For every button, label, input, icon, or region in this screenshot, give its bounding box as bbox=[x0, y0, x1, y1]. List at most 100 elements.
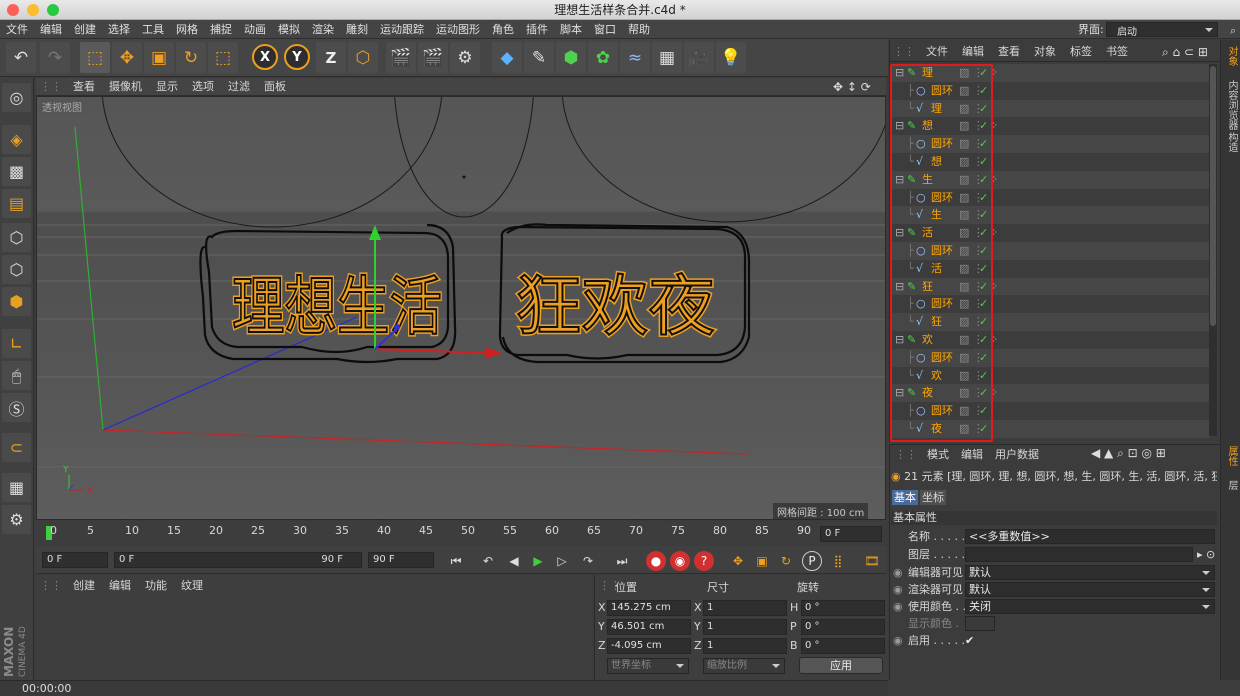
deformer-icon[interactable]: ≈ bbox=[620, 42, 650, 73]
menu-sculpt[interactable]: 雕刻 bbox=[340, 20, 374, 39]
go-to-start-icon[interactable]: ⏮ bbox=[446, 551, 466, 571]
render-settings-icon[interactable]: ⚙ bbox=[450, 42, 480, 73]
coordinate-system-icon[interactable]: ⬡ bbox=[348, 42, 378, 73]
mat-menu-texture[interactable]: 纹理 bbox=[174, 577, 210, 595]
tab-structure[interactable]: 构造 bbox=[1223, 132, 1239, 152]
scale-tool-icon[interactable]: ▣ bbox=[144, 42, 174, 73]
undo-icon[interactable]: ↶ bbox=[6, 42, 36, 73]
render-visible-select[interactable]: 默认 bbox=[965, 582, 1215, 597]
rotate-tool-icon[interactable]: ↻ bbox=[176, 42, 206, 73]
enabled-checkbox[interactable]: ✔ bbox=[965, 633, 974, 649]
menu-tools[interactable]: 工具 bbox=[136, 20, 170, 39]
current-frame-field[interactable]: 0 F bbox=[820, 526, 882, 542]
menu-file[interactable]: 文件 bbox=[0, 20, 34, 39]
cloner-icon[interactable]: ✿ bbox=[588, 42, 618, 73]
animation-dot-icon[interactable]: ◉ bbox=[893, 582, 903, 598]
position-z-field[interactable]: -4.095 cm bbox=[607, 638, 691, 654]
magnet-icon[interactable]: ⊂ bbox=[2, 433, 31, 462]
animation-dot-icon[interactable]: ◉ bbox=[893, 599, 903, 615]
tab-layers[interactable]: 层 bbox=[1223, 480, 1239, 490]
position-x-field[interactable]: 145.275 cm bbox=[607, 600, 691, 616]
size-x-field[interactable]: 1 bbox=[703, 600, 787, 616]
obj-menu-tags[interactable]: 标签 bbox=[1063, 42, 1099, 62]
obj-menu-objects[interactable]: 对象 bbox=[1027, 42, 1063, 62]
animation-dot-icon[interactable]: ◉ bbox=[893, 633, 903, 649]
position-y-field[interactable]: 46.501 cm bbox=[607, 619, 691, 635]
tab-attributes[interactable]: 属性 bbox=[1223, 446, 1239, 466]
autokey-icon[interactable]: ◉ bbox=[670, 551, 690, 571]
obj-menu-bookmarks[interactable]: 书签 bbox=[1099, 42, 1135, 62]
frame-range-slider[interactable]: 0 F 90 F bbox=[114, 552, 362, 568]
obj-menu-edit[interactable]: 编辑 bbox=[955, 42, 991, 62]
coordinate-mode-select[interactable]: 世界坐标 bbox=[607, 658, 689, 674]
perspective-viewport[interactable]: 理想生活 理想生活 狂欢夜 狂欢夜 Y X 透视视图 网格间距 : 100 cm bbox=[36, 96, 886, 520]
obj-nav-icons[interactable]: ⌕ ⌂ ⊂ ⊞ bbox=[1155, 42, 1215, 62]
display-color-swatch[interactable] bbox=[965, 616, 995, 631]
object-scrollbar[interactable] bbox=[1209, 64, 1217, 436]
editor-visible-select[interactable]: 默认 bbox=[965, 565, 1215, 580]
search-icon[interactable]: ⌕ bbox=[1224, 21, 1240, 40]
light-icon[interactable]: 💡 bbox=[716, 42, 746, 73]
object-scrollbar-thumb[interactable] bbox=[1210, 66, 1216, 326]
render-view-icon[interactable]: 🎬 bbox=[386, 42, 416, 73]
attr-menu-userdata[interactable]: 用户数据 bbox=[989, 448, 1045, 461]
keyframe-selection-icon[interactable]: ? bbox=[694, 551, 714, 571]
vp-menu-panel[interactable]: 面板 bbox=[257, 78, 293, 96]
layout-select[interactable]: 启动 bbox=[1106, 22, 1218, 38]
live-selection-icon[interactable]: ⬚ bbox=[80, 42, 110, 73]
use-color-select[interactable]: 关闭 bbox=[965, 599, 1215, 614]
record-active-icon[interactable]: ● bbox=[646, 551, 666, 571]
tab-objects[interactable]: 对象 bbox=[1223, 46, 1239, 66]
size-mode-select[interactable]: 缩放比例 bbox=[703, 658, 785, 674]
size-y-field[interactable]: 1 bbox=[703, 619, 787, 635]
menu-edit[interactable]: 编辑 bbox=[34, 20, 68, 39]
apply-button[interactable]: 应用 bbox=[799, 657, 883, 674]
axis-mode-icon[interactable]: ∟ bbox=[2, 329, 31, 358]
attr-nav-icons[interactable]: ◀ ▲ ⌕ ⊡ ◎ ⊞ bbox=[1091, 446, 1166, 461]
model-mode-icon[interactable]: ◈ bbox=[2, 125, 31, 154]
attr-menu-mode[interactable]: 模式 bbox=[921, 448, 955, 461]
rotation-b-field[interactable]: 0 ° bbox=[801, 638, 885, 654]
animation-dot-icon[interactable]: ◉ bbox=[893, 565, 903, 581]
redo-icon[interactable]: ↷ bbox=[40, 42, 70, 73]
previous-frame-icon[interactable]: ◀ bbox=[504, 551, 524, 571]
timeline-ruler[interactable]: 0 5 10 15 20 25 30 35 40 45 50 55 60 65 … bbox=[36, 521, 886, 545]
point-level-key-icon[interactable]: ⣿ bbox=[828, 551, 848, 571]
menu-mograph[interactable]: 运动图形 bbox=[430, 20, 486, 39]
attr-menu-edit[interactable]: 编辑 bbox=[955, 448, 989, 461]
vp-menu-options[interactable]: 选项 bbox=[185, 78, 221, 96]
tab-basic[interactable]: 基本 bbox=[892, 490, 918, 505]
rotation-p-field[interactable]: 0 ° bbox=[801, 619, 885, 635]
position-key-icon[interactable]: ✥ bbox=[728, 551, 748, 571]
subdivision-generator-icon[interactable]: ⬢ bbox=[556, 42, 586, 73]
size-z-field[interactable]: 1 bbox=[703, 638, 787, 654]
close-window-button[interactable] bbox=[7, 4, 19, 16]
rotation-h-field[interactable]: 0 ° bbox=[801, 600, 885, 616]
polygons-mode-icon[interactable]: ⬢ bbox=[2, 287, 31, 316]
menu-plugins[interactable]: 插件 bbox=[520, 20, 554, 39]
menu-help[interactable]: 帮助 bbox=[622, 20, 656, 39]
tweak-mode-icon[interactable]: 🖱 bbox=[2, 361, 31, 390]
tab-content-browser[interactable]: 内容浏览器 bbox=[1223, 80, 1239, 130]
start-frame-field[interactable]: 0 F bbox=[42, 552, 108, 568]
snapping-icon[interactable]: Ⓢ bbox=[2, 393, 31, 422]
zoom-window-button[interactable] bbox=[47, 4, 59, 16]
vp-menu-cameras[interactable]: 摄像机 bbox=[102, 78, 149, 96]
cube-primitive-icon[interactable]: ◆ bbox=[492, 42, 522, 73]
next-frame-icon[interactable]: ▷ bbox=[552, 551, 572, 571]
obj-menu-view[interactable]: 查看 bbox=[991, 42, 1027, 62]
make-editable-icon[interactable]: ◎ bbox=[2, 83, 31, 112]
go-to-end-icon[interactable]: ⏭ bbox=[612, 551, 632, 571]
floor-icon[interactable]: ▦ bbox=[652, 42, 682, 73]
move-tool-icon[interactable]: ✥ bbox=[112, 42, 142, 73]
mat-menu-create[interactable]: 创建 bbox=[66, 577, 102, 595]
menu-create[interactable]: 创建 bbox=[68, 20, 102, 39]
next-key-icon[interactable]: ↷ bbox=[578, 551, 598, 571]
layer-picker-icon[interactable]: ▸ ⊙ bbox=[1197, 547, 1215, 563]
scale-key-icon[interactable]: ▣ bbox=[752, 551, 772, 571]
menu-window[interactable]: 窗口 bbox=[588, 20, 622, 39]
obj-menu-file[interactable]: 文件 bbox=[919, 42, 955, 62]
mat-menu-edit[interactable]: 编辑 bbox=[102, 577, 138, 595]
y-axis-lock-button[interactable]: Y bbox=[284, 44, 310, 70]
points-mode-icon[interactable]: ⬡ bbox=[2, 223, 31, 252]
